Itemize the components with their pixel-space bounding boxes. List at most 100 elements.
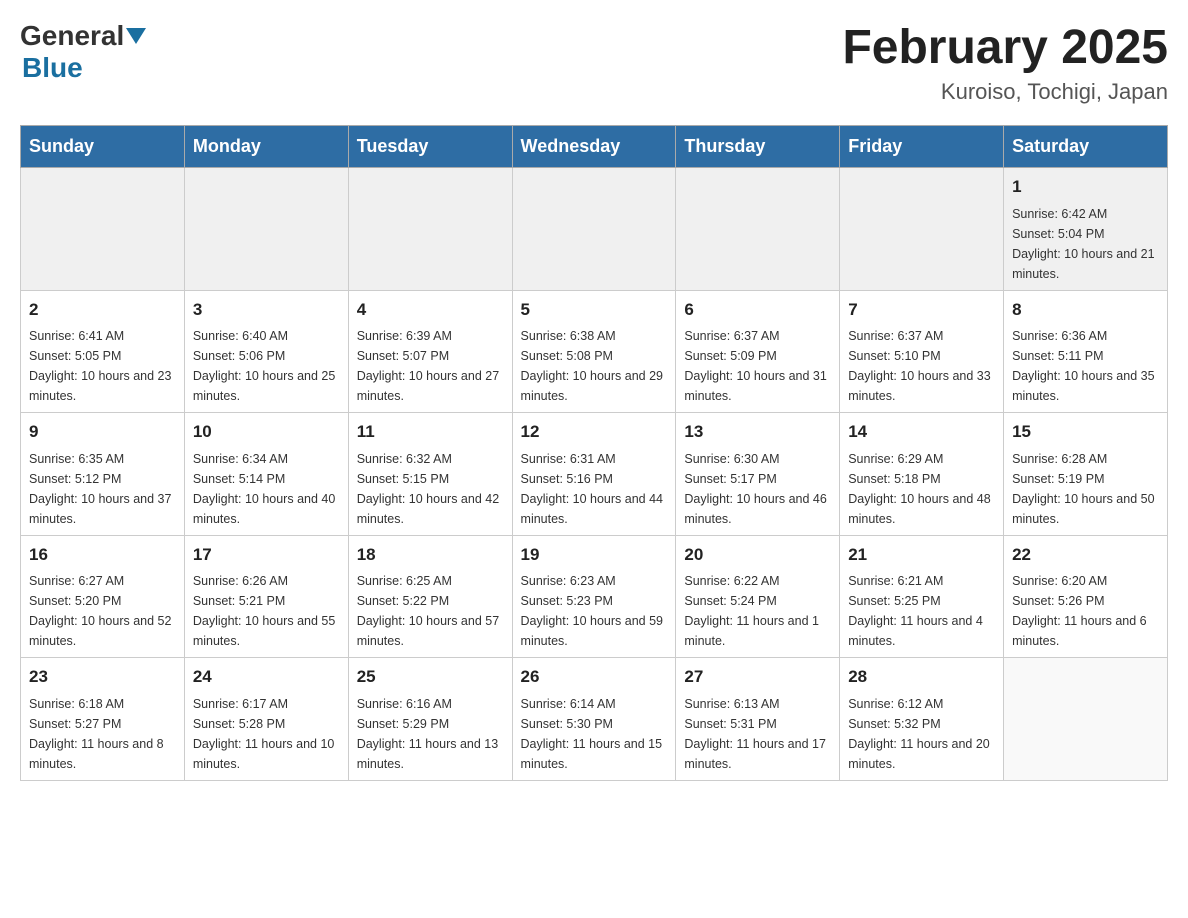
day-info: Sunrise: 6:14 AMSunset: 5:30 PMDaylight:… bbox=[521, 694, 668, 774]
day-number: 17 bbox=[193, 542, 340, 568]
day-info: Sunrise: 6:28 AMSunset: 5:19 PMDaylight:… bbox=[1012, 449, 1159, 529]
day-cell-w0-d0 bbox=[21, 168, 185, 291]
day-cell-w1-d6: 8 Sunrise: 6:36 AMSunset: 5:11 PMDaylight… bbox=[1004, 290, 1168, 413]
logo-blue-text: Blue bbox=[22, 52, 83, 84]
calendar-title: February 2025 bbox=[842, 20, 1168, 75]
day-number: 14 bbox=[848, 419, 995, 445]
col-thursday: Thursday bbox=[676, 126, 840, 168]
logo-general-text: General bbox=[20, 20, 124, 52]
week-row-1: 2 Sunrise: 6:41 AMSunset: 5:05 PMDaylight… bbox=[21, 290, 1168, 413]
day-number: 24 bbox=[193, 664, 340, 690]
day-info: Sunrise: 6:41 AMSunset: 5:05 PMDaylight:… bbox=[29, 326, 176, 406]
calendar-header-row: Sunday Monday Tuesday Wednesday Thursday… bbox=[21, 126, 1168, 168]
day-number: 12 bbox=[521, 419, 668, 445]
col-monday: Monday bbox=[184, 126, 348, 168]
logo-arrow-icon bbox=[126, 28, 146, 44]
week-row-3: 16Sunrise: 6:27 AMSunset: 5:20 PMDayligh… bbox=[21, 535, 1168, 658]
day-cell-w3-d6: 22 Sunrise: 6:20 AMSunset: 5:26 PMDayligh… bbox=[1004, 535, 1168, 658]
day-cell-w2-d2: 11Sunrise: 6:32 AMSunset: 5:15 PMDayligh… bbox=[348, 413, 512, 536]
day-number: 28 bbox=[848, 664, 995, 690]
week-row-0: 1Sunrise: 6:42 AMSunset: 5:04 PMDaylight… bbox=[21, 168, 1168, 291]
day-info: Sunrise: 6:26 AMSunset: 5:21 PMDaylight:… bbox=[193, 571, 340, 651]
day-number: 23 bbox=[29, 664, 176, 690]
day-cell-w4-d2: 25 Sunrise: 6:16 AMSunset: 5:29 PMDayligh… bbox=[348, 658, 512, 781]
day-info: Sunrise: 6:40 AMSunset: 5:06 PMDaylight:… bbox=[193, 326, 340, 406]
day-info: Sunrise: 6:20 AMSunset: 5:26 PMDaylight:… bbox=[1012, 571, 1159, 651]
day-cell-w4-d3: 26Sunrise: 6:14 AMSunset: 5:30 PMDayligh… bbox=[512, 658, 676, 781]
day-cell-w3-d3: 19 Sunrise: 6:23 AMSunset: 5:23 PMDayligh… bbox=[512, 535, 676, 658]
day-cell-w1-d2: 4 Sunrise: 6:39 AMSunset: 5:07 PMDaylight… bbox=[348, 290, 512, 413]
day-info: Sunrise: 6:12 AMSunset: 5:32 PMDaylight:… bbox=[848, 694, 995, 774]
day-info: Sunrise: 6:25 AMSunset: 5:22 PMDaylight:… bbox=[357, 571, 504, 651]
col-saturday: Saturday bbox=[1004, 126, 1168, 168]
day-cell-w3-d0: 16Sunrise: 6:27 AMSunset: 5:20 PMDayligh… bbox=[21, 535, 185, 658]
day-cell-w2-d4: 13 Sunrise: 6:30 AMSunset: 5:17 PMDayligh… bbox=[676, 413, 840, 536]
day-number: 4 bbox=[357, 297, 504, 323]
day-info: Sunrise: 6:35 AMSunset: 5:12 PMDaylight:… bbox=[29, 449, 176, 529]
day-number: 5 bbox=[521, 297, 668, 323]
day-info: Sunrise: 6:23 AMSunset: 5:23 PMDaylight:… bbox=[521, 571, 668, 651]
day-number: 9 bbox=[29, 419, 176, 445]
week-row-2: 9 Sunrise: 6:35 AMSunset: 5:12 PMDaylight… bbox=[21, 413, 1168, 536]
day-info: Sunrise: 6:27 AMSunset: 5:20 PMDaylight:… bbox=[29, 571, 176, 651]
day-cell-w4-d4: 27 Sunrise: 6:13 AMSunset: 5:31 PMDayligh… bbox=[676, 658, 840, 781]
day-number: 21 bbox=[848, 542, 995, 568]
col-wednesday: Wednesday bbox=[512, 126, 676, 168]
day-number: 22 bbox=[1012, 542, 1159, 568]
col-friday: Friday bbox=[840, 126, 1004, 168]
day-number: 8 bbox=[1012, 297, 1159, 323]
day-info: Sunrise: 6:21 AMSunset: 5:25 PMDaylight:… bbox=[848, 571, 995, 651]
logo: General Blue bbox=[20, 20, 148, 84]
calendar-subtitle: Kuroiso, Tochigi, Japan bbox=[842, 79, 1168, 105]
day-info: Sunrise: 6:38 AMSunset: 5:08 PMDaylight:… bbox=[521, 326, 668, 406]
day-cell-w1-d4: 6Sunrise: 6:37 AMSunset: 5:09 PMDaylight… bbox=[676, 290, 840, 413]
day-number: 13 bbox=[684, 419, 831, 445]
day-cell-w3-d4: 20 Sunrise: 6:22 AMSunset: 5:24 PMDayligh… bbox=[676, 535, 840, 658]
day-number: 25 bbox=[357, 664, 504, 690]
day-number: 1 bbox=[1012, 174, 1159, 200]
day-cell-w1-d5: 7 Sunrise: 6:37 AMSunset: 5:10 PMDaylight… bbox=[840, 290, 1004, 413]
day-info: Sunrise: 6:31 AMSunset: 5:16 PMDaylight:… bbox=[521, 449, 668, 529]
day-info: Sunrise: 6:18 AMSunset: 5:27 PMDaylight:… bbox=[29, 694, 176, 774]
day-info: Sunrise: 6:16 AMSunset: 5:29 PMDaylight:… bbox=[357, 694, 504, 774]
day-cell-w0-d1 bbox=[184, 168, 348, 291]
day-cell-w3-d2: 18 Sunrise: 6:25 AMSunset: 5:22 PMDayligh… bbox=[348, 535, 512, 658]
day-cell-w0-d4 bbox=[676, 168, 840, 291]
day-number: 6 bbox=[684, 297, 831, 323]
day-number: 18 bbox=[357, 542, 504, 568]
day-info: Sunrise: 6:17 AMSunset: 5:28 PMDaylight:… bbox=[193, 694, 340, 774]
day-cell-w0-d6: 1Sunrise: 6:42 AMSunset: 5:04 PMDaylight… bbox=[1004, 168, 1168, 291]
day-cell-w4-d1: 24 Sunrise: 6:17 AMSunset: 5:28 PMDayligh… bbox=[184, 658, 348, 781]
day-cell-w0-d5 bbox=[840, 168, 1004, 291]
day-cell-w2-d6: 15 Sunrise: 6:28 AMSunset: 5:19 PMDayligh… bbox=[1004, 413, 1168, 536]
day-number: 11 bbox=[357, 419, 504, 445]
page-header: General Blue February 2025 Kuroiso, Toch… bbox=[20, 20, 1168, 105]
day-cell-w2-d3: 12 Sunrise: 6:31 AMSunset: 5:16 PMDayligh… bbox=[512, 413, 676, 536]
day-cell-w3-d1: 17 Sunrise: 6:26 AMSunset: 5:21 PMDayligh… bbox=[184, 535, 348, 658]
day-cell-w2-d5: 14Sunrise: 6:29 AMSunset: 5:18 PMDayligh… bbox=[840, 413, 1004, 536]
day-number: 20 bbox=[684, 542, 831, 568]
day-info: Sunrise: 6:13 AMSunset: 5:31 PMDaylight:… bbox=[684, 694, 831, 774]
day-cell-w0-d2 bbox=[348, 168, 512, 291]
day-info: Sunrise: 6:34 AMSunset: 5:14 PMDaylight:… bbox=[193, 449, 340, 529]
day-info: Sunrise: 6:37 AMSunset: 5:10 PMDaylight:… bbox=[848, 326, 995, 406]
col-tuesday: Tuesday bbox=[348, 126, 512, 168]
day-cell-w4-d6 bbox=[1004, 658, 1168, 781]
week-row-4: 23 Sunrise: 6:18 AMSunset: 5:27 PMDayligh… bbox=[21, 658, 1168, 781]
day-number: 10 bbox=[193, 419, 340, 445]
day-number: 15 bbox=[1012, 419, 1159, 445]
day-number: 7 bbox=[848, 297, 995, 323]
day-info: Sunrise: 6:39 AMSunset: 5:07 PMDaylight:… bbox=[357, 326, 504, 406]
day-info: Sunrise: 6:30 AMSunset: 5:17 PMDaylight:… bbox=[684, 449, 831, 529]
day-cell-w1-d1: 3Sunrise: 6:40 AMSunset: 5:06 PMDaylight… bbox=[184, 290, 348, 413]
day-cell-w3-d5: 21 Sunrise: 6:21 AMSunset: 5:25 PMDayligh… bbox=[840, 535, 1004, 658]
col-sunday: Sunday bbox=[21, 126, 185, 168]
day-info: Sunrise: 6:22 AMSunset: 5:24 PMDaylight:… bbox=[684, 571, 831, 651]
day-number: 2 bbox=[29, 297, 176, 323]
day-info: Sunrise: 6:36 AMSunset: 5:11 PMDaylight:… bbox=[1012, 326, 1159, 406]
day-number: 19 bbox=[521, 542, 668, 568]
day-cell-w4-d0: 23 Sunrise: 6:18 AMSunset: 5:27 PMDayligh… bbox=[21, 658, 185, 781]
title-section: February 2025 Kuroiso, Tochigi, Japan bbox=[842, 20, 1168, 105]
day-number: 27 bbox=[684, 664, 831, 690]
calendar-table: Sunday Monday Tuesday Wednesday Thursday… bbox=[20, 125, 1168, 781]
